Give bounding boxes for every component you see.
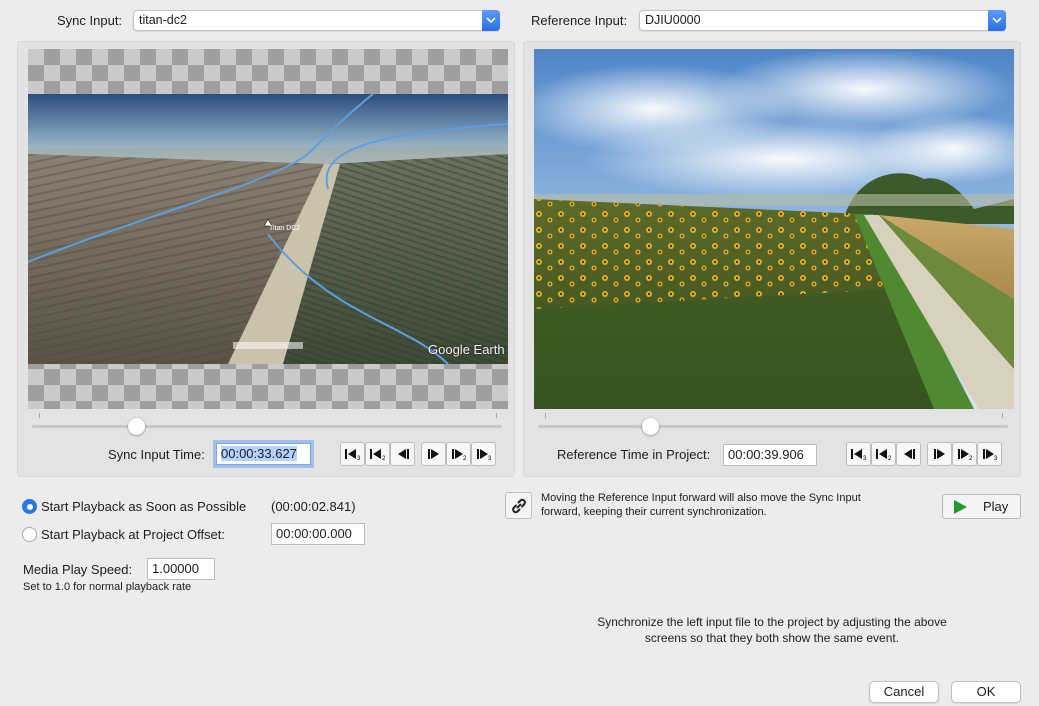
slider-tick (545, 413, 546, 418)
reference-input-popup[interactable]: DJIU0000 (639, 10, 1006, 31)
reference-time-field[interactable]: 00:00:39.906 (723, 444, 817, 466)
reference-input-label: Reference Input: (531, 13, 628, 28)
speed-hint: Set to 1.0 for normal playback rate (23, 581, 192, 593)
sync-transport-controls: 3 2 2 3 (340, 442, 496, 466)
start-asap-label[interactable]: Start Playback as Soon as Possible (41, 499, 246, 514)
step-back-3-button[interactable]: 3 (846, 442, 871, 466)
sync-instructions: Synchronize the left input file to the p… (597, 615, 947, 645)
step-forward-1-button[interactable] (421, 442, 446, 466)
svg-text:3: 3 (863, 456, 867, 461)
link-note: Moving the Reference Input forward will … (541, 492, 861, 518)
play-icon (954, 500, 967, 514)
step-forward-2-button[interactable]: 2 (446, 442, 471, 466)
sync-time-slider-knob[interactable] (128, 418, 145, 435)
media-play-speed-field[interactable]: 1.00000 (147, 558, 215, 580)
link-inputs-button[interactable] (505, 492, 532, 519)
step-back-3-button[interactable]: 3 (340, 442, 365, 466)
svg-text:3: 3 (994, 456, 998, 461)
sync-input-popup[interactable]: titan-dc2 (133, 10, 500, 31)
svg-text:3: 3 (488, 456, 492, 461)
slider-tick (39, 413, 40, 418)
google-earth-watermark: Google Earth (428, 342, 505, 357)
svg-text:2: 2 (888, 456, 892, 461)
asap-time-value: (00:00:02.841) (271, 499, 356, 514)
start-offset-radio[interactable] (22, 527, 37, 542)
svg-text:2: 2 (382, 456, 386, 461)
reference-input-value: DJIU0000 (645, 13, 701, 27)
slider-tick (496, 413, 497, 418)
step-forward-3-button[interactable]: 3 (471, 442, 496, 466)
reference-time-slider[interactable] (538, 425, 1008, 428)
slider-tick (1002, 413, 1003, 418)
reference-time-slider-knob[interactable] (642, 418, 659, 435)
step-forward-1-button[interactable] (927, 442, 952, 466)
sync-time-slider[interactable] (32, 425, 502, 428)
step-back-2-button[interactable]: 2 (871, 442, 896, 466)
chevron-down-icon (988, 10, 1006, 31)
sync-video-viewer[interactable]: Titan DC2 Google Earth (28, 49, 508, 409)
reference-transport-controls: 3 2 2 3 (846, 442, 1002, 466)
reference-video-viewer[interactable] (534, 49, 1014, 409)
play-label: Play (983, 499, 1009, 514)
reference-video-frame (534, 49, 1014, 409)
svg-text:3: 3 (357, 456, 361, 461)
sync-input-label: Sync Input: (57, 13, 123, 28)
media-play-speed-label: Media Play Speed: (23, 562, 133, 577)
start-offset-label[interactable]: Start Playback at Project Offset: (41, 527, 225, 542)
sync-input-time-field[interactable]: 00:00:33.627 (216, 443, 311, 465)
play-button[interactable]: Play (942, 494, 1021, 519)
link-icon (511, 498, 526, 513)
titan-overlay-label: Titan DC2 (269, 225, 301, 232)
chevron-down-icon (482, 10, 500, 31)
svg-text:2: 2 (463, 456, 467, 461)
start-asap-radio[interactable] (22, 499, 37, 514)
reference-time-label: Reference Time in Project: (557, 447, 711, 462)
sync-video-frame (28, 94, 508, 364)
project-offset-field[interactable]: 00:00:00.000 (271, 523, 365, 545)
step-back-2-button[interactable]: 2 (365, 442, 390, 466)
step-forward-3-button[interactable]: 3 (977, 442, 1002, 466)
step-back-1-button[interactable] (896, 442, 921, 466)
svg-text:2: 2 (969, 456, 973, 461)
sync-input-value: titan-dc2 (139, 13, 187, 27)
step-forward-2-button[interactable]: 2 (952, 442, 977, 466)
step-back-1-button[interactable] (390, 442, 415, 466)
cancel-button[interactable]: Cancel (869, 681, 939, 703)
sync-input-time-label: Sync Input Time: (108, 447, 205, 462)
ok-button[interactable]: OK (951, 681, 1021, 703)
